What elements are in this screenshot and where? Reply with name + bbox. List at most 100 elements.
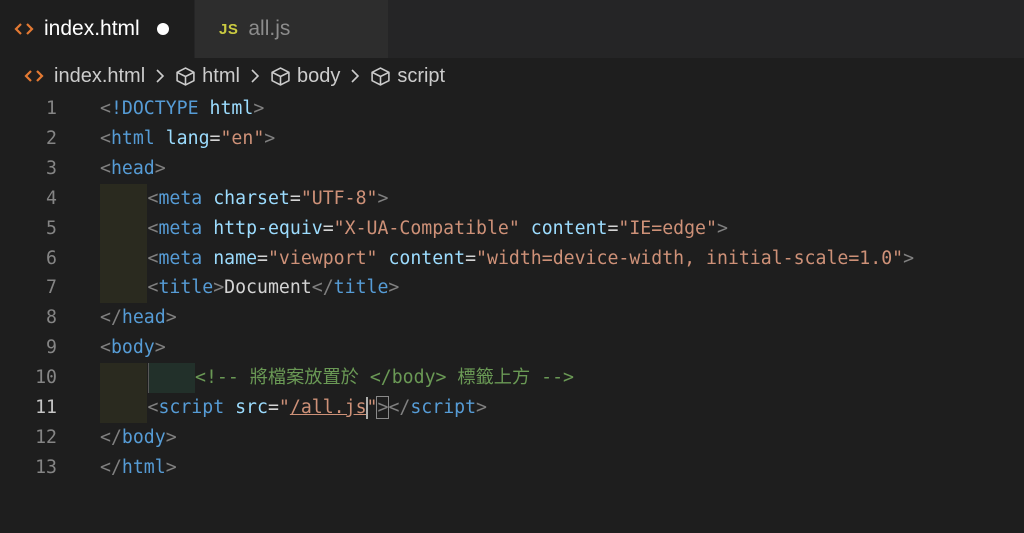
code-line[interactable]: 8 </head> (0, 303, 1024, 333)
code-token: </ (311, 277, 334, 299)
code-editor[interactable]: 1 <!DOCTYPE html> 2 <html lang="en"> 3 <head>… (0, 92, 1024, 533)
code-token: > (213, 277, 225, 299)
code-token: > (903, 247, 915, 269)
breadcrumb-file-label: index.html (54, 64, 146, 87)
code-line[interactable]: 1 <!DOCTYPE html> (0, 94, 1024, 124)
code-content: </body> (100, 423, 177, 453)
indent-guide (147, 363, 195, 394)
code-token: body (110, 337, 155, 359)
code-token: content (388, 247, 466, 269)
code-token: < (147, 277, 159, 299)
code-token: meta (158, 217, 203, 239)
code-token: title (333, 277, 389, 299)
code-content: <meta http-equiv="X-UA-Compatible" conte… (148, 214, 728, 244)
indent-guide-line (147, 363, 149, 394)
code-token: < (100, 127, 111, 149)
code-token: > (388, 277, 400, 299)
code-token: <!-- 將檔案放置於 </body> 標籤上方 --> (195, 367, 574, 389)
symbol-element-icon (371, 66, 391, 86)
line-number: 1 (46, 98, 57, 119)
breadcrumb-item-script[interactable]: script (370, 65, 445, 88)
breadcrumb-item-label: body (296, 64, 341, 87)
line-number: 6 (46, 247, 57, 269)
code-token: > (253, 98, 265, 119)
code-token: > (376, 396, 390, 419)
code-token: !DOCTYPE (110, 98, 199, 119)
code-content: </html> (100, 453, 177, 483)
code-token: = (209, 127, 221, 149)
code-token: </ (388, 397, 411, 418)
code-content: <!DOCTYPE html> (100, 94, 264, 124)
breadcrumb-file[interactable]: index.html (0, 65, 145, 88)
code-line[interactable]: 11 <script src="/all.js"></script> (0, 393, 1024, 423)
code-token: < (147, 247, 159, 269)
breadcrumb-item-body[interactable]: body (270, 65, 340, 88)
code-line[interactable]: 2 <html lang="en"> (0, 124, 1024, 154)
code-token: script (410, 397, 477, 418)
indent-guide (100, 213, 147, 244)
code-content: <meta charset="UTF-8"> (148, 184, 389, 214)
code-token: < (100, 98, 111, 119)
html-file-icon (14, 23, 34, 35)
breadcrumb-item-html[interactable]: html (175, 65, 240, 88)
code-token: > (476, 397, 487, 418)
code-line[interactable]: 13 </html> (0, 453, 1024, 483)
code-line[interactable]: 5 <meta http-equiv="X-UA-Compatible" cont… (0, 213, 1024, 244)
code-content: <title>Document</title> (148, 273, 400, 303)
code-token: src (235, 397, 268, 418)
code-line[interactable]: 7 <title>Document</title> (0, 273, 1024, 304)
code-token: = (257, 247, 268, 269)
code-token: title (158, 277, 214, 299)
line-number: 9 (46, 337, 57, 359)
code-token: html (110, 127, 155, 149)
code-token: head (110, 157, 155, 179)
code-token: > (165, 426, 177, 448)
chevron-right-icon (251, 69, 260, 83)
tab-bar: index.html JS all.js (0, 0, 1024, 58)
line-number: 4 (46, 187, 57, 209)
chevron-right-icon (156, 69, 165, 83)
breadcrumb: index.html html body script (0, 58, 1024, 94)
code-line[interactable]: 9 <body> (0, 333, 1024, 363)
code-token: "width=device-width, initial-scale=1.0" (476, 247, 904, 269)
code-token: " (278, 397, 290, 418)
tab-label: index.html (44, 17, 140, 40)
tab-index-html[interactable]: index.html (0, 0, 194, 58)
code-line[interactable]: 12 </body> (0, 423, 1024, 453)
code-token: "UTF-8" (300, 187, 378, 209)
html-file-icon (24, 70, 44, 82)
code-content: <body> (100, 333, 166, 363)
indent-guide (100, 393, 147, 423)
code-line[interactable]: 4 <meta charset="UTF-8"> (0, 183, 1024, 214)
code-token: "X-UA-Compatible" (333, 217, 520, 239)
symbol-element-icon (176, 66, 195, 86)
code-token: lang (165, 127, 210, 149)
code-token: head (121, 307, 166, 329)
code-line[interactable]: 3 <head> (0, 154, 1024, 184)
code-token: > (165, 307, 177, 329)
code-token: < (100, 337, 111, 359)
breadcrumb-item-label: html (202, 64, 240, 87)
tab-all-js[interactable]: JS all.js (194, 0, 388, 58)
line-number: 7 (46, 277, 57, 299)
code-token: name (213, 247, 258, 269)
line-number: 3 (46, 157, 57, 179)
code-token: > (165, 456, 177, 478)
code-token: > (377, 187, 389, 209)
code-token: > (154, 157, 166, 179)
line-number: 11 (35, 397, 57, 418)
code-line[interactable]: 6 <meta name="viewport" content="width=de… (0, 243, 1024, 274)
tab-label: all.js (248, 17, 291, 40)
symbol-element-icon (271, 66, 290, 86)
code-token: = (267, 397, 279, 418)
code-token: http-equiv (213, 217, 323, 239)
code-line[interactable]: 10 <!-- 將檔案放置於 </body> 標籤上方 --> (0, 363, 1024, 394)
unsaved-dot-icon[interactable] (156, 23, 169, 35)
code-token: meta (158, 187, 203, 209)
line-number: 8 (46, 307, 57, 329)
